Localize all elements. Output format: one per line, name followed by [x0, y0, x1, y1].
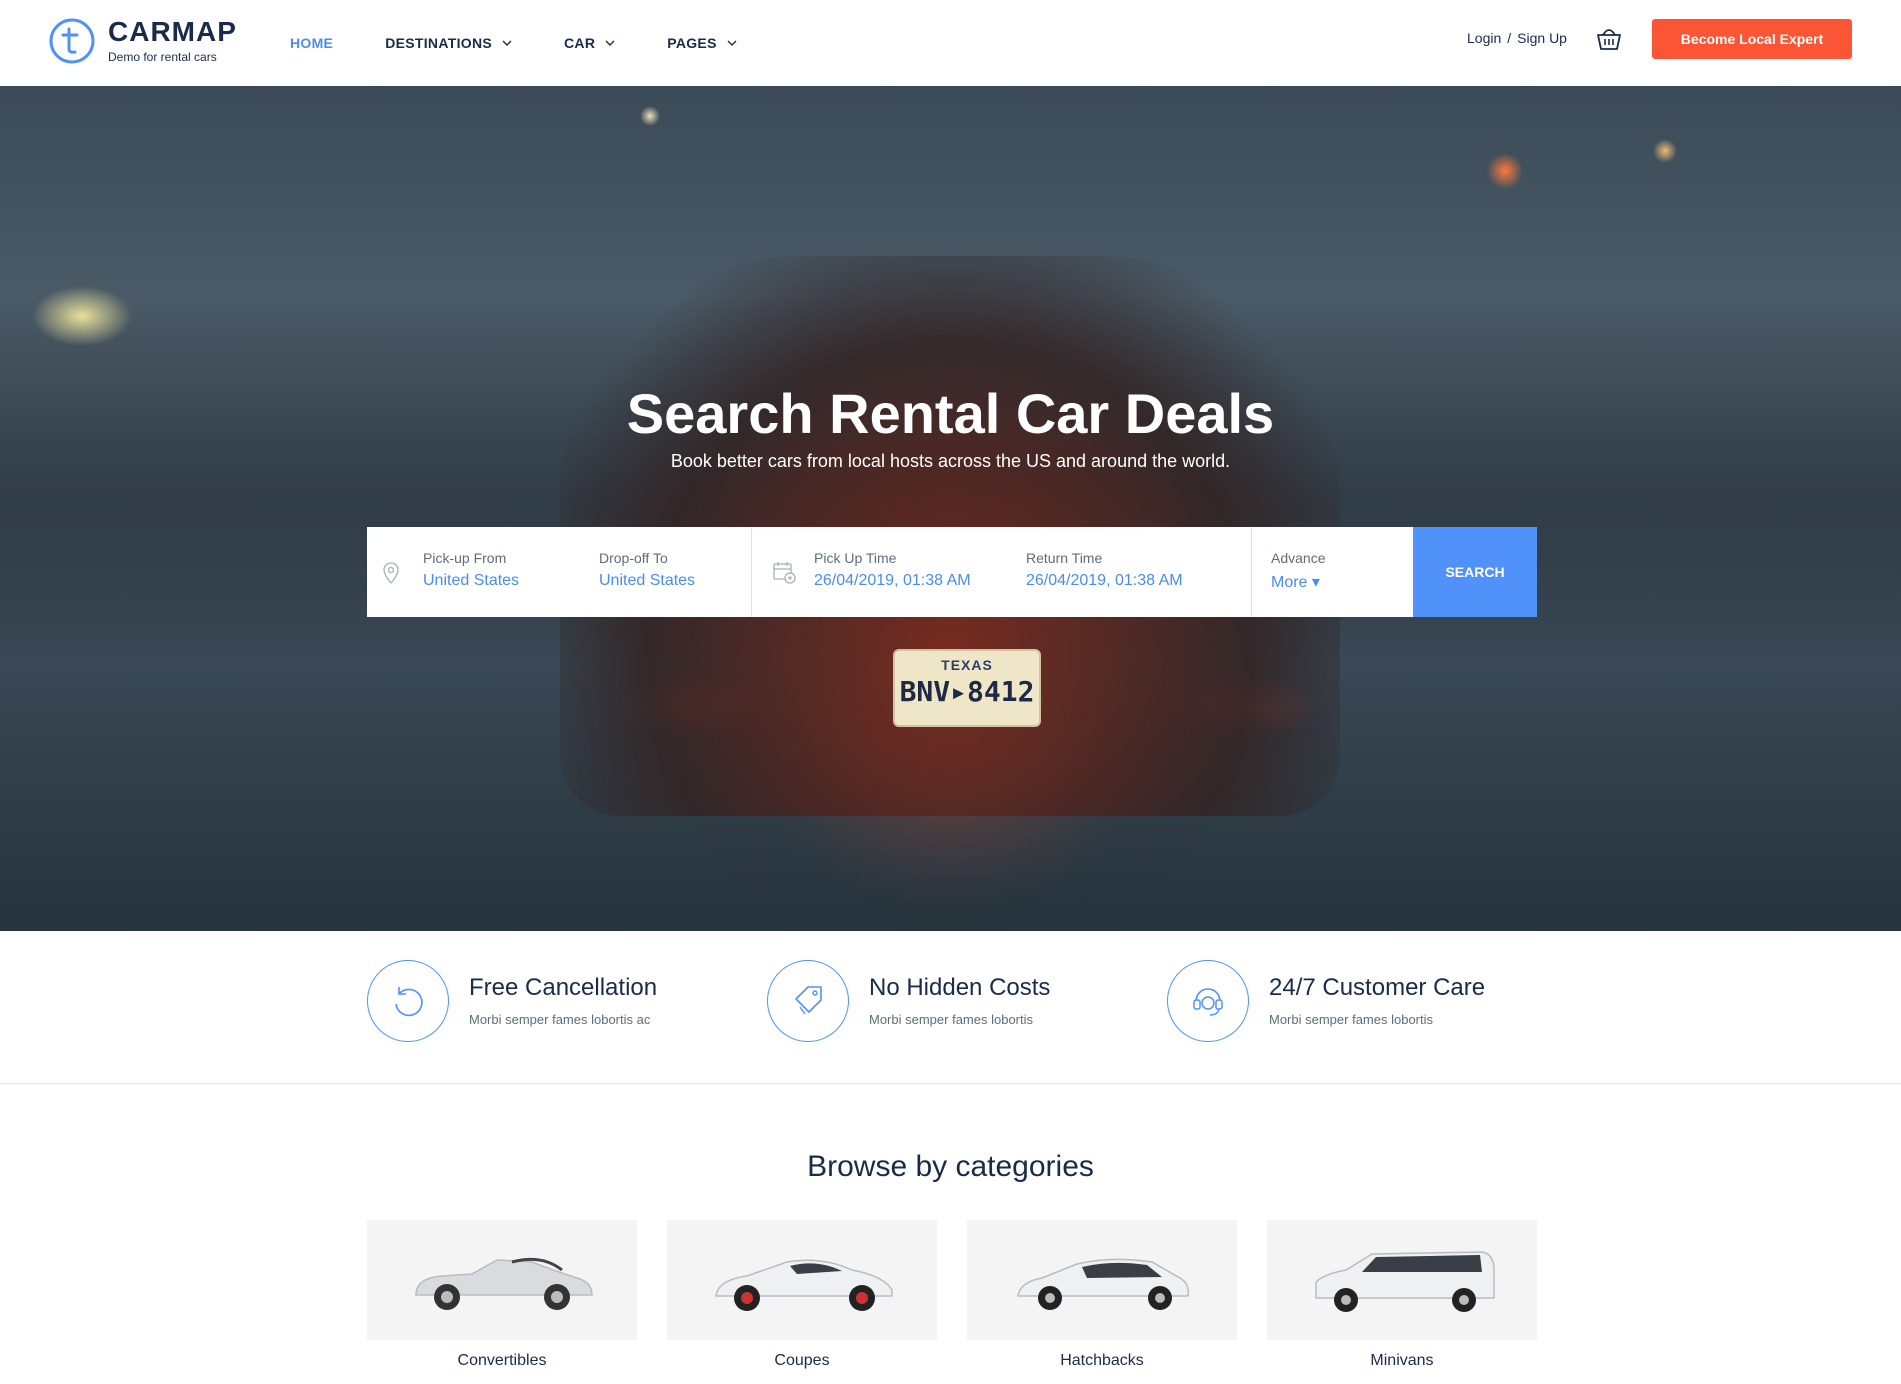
category-image: [967, 1220, 1237, 1340]
auth-links: Login / Sign Up: [1467, 30, 1567, 46]
hatchback-car-icon: [1017, 1258, 1190, 1310]
auth-separator: /: [1507, 30, 1512, 46]
chevron-down-icon: [727, 40, 737, 46]
categories-heading: Browse by categories: [807, 1150, 1094, 1183]
feature-no-hidden-costs: No Hidden Costs Morbi semper fames lobor…: [767, 960, 1050, 1042]
convertible-car-icon: [415, 1257, 593, 1310]
return-time-field[interactable]: Return Time 26/04/2019, 01:38 AM: [1026, 527, 1226, 617]
hero-subtitle: Book better cars from local hosts across…: [670, 451, 1231, 471]
nav-car-label: CAR: [564, 35, 596, 51]
nav-home-label: HOME: [290, 35, 334, 51]
category-convertibles[interactable]: Convertibles: [367, 1220, 637, 1370]
license-plate: TEXAS BNV▸8412: [893, 649, 1041, 727]
feature-desc: Morbi semper fames lobortis ac: [469, 1012, 651, 1027]
nav-car[interactable]: CAR: [564, 35, 615, 51]
feature-icon-circle: [367, 960, 449, 1042]
feature-icon-circle: [767, 960, 849, 1042]
features-row: Free Cancellation Morbi semper fames lob…: [367, 960, 1537, 1044]
support-icon: [1193, 988, 1223, 1016]
category-label: Convertibles: [457, 1352, 547, 1369]
plate-number: BNV▸8412: [899, 675, 1035, 708]
logo-subtitle: Demo for rental cars: [108, 50, 217, 64]
search-bar: Pick-up From United States Drop-off To U…: [367, 527, 1537, 617]
advance-label: Advance: [1271, 550, 1326, 566]
tag-icon: [795, 986, 822, 1015]
hero-banner: TEXAS BNV▸8412 Search Rental Car Deals B…: [0, 86, 1901, 931]
nav-pages-label: PAGES: [667, 35, 717, 51]
feature-title: Free Cancellation: [469, 974, 658, 1001]
dropoff-label: Drop-off To: [599, 550, 668, 566]
logo[interactable]: CARMAP Demo for rental cars: [48, 17, 237, 65]
feature-title: No Hidden Costs: [869, 974, 1051, 1001]
feature-desc: Morbi semper fames lobortis: [869, 1012, 1033, 1027]
basket-icon[interactable]: [1595, 24, 1623, 52]
login-link[interactable]: Login: [1467, 30, 1501, 46]
logo-title: CARMAP: [108, 16, 237, 47]
logo-icon: [49, 18, 95, 64]
feature-title: 24/7 Customer Care: [1269, 974, 1486, 1001]
return-time-label: Return Time: [1026, 550, 1103, 566]
advance-options-field[interactable]: Advance More ▾: [1271, 527, 1401, 617]
nav-home[interactable]: HOME: [290, 35, 333, 51]
category-coupes[interactable]: Coupes: [667, 1220, 937, 1370]
search-button[interactable]: SEARCH: [1413, 527, 1537, 617]
chevron-down-icon: [502, 40, 512, 46]
hero-title: Search Rental Car Deals: [626, 382, 1275, 445]
location-pin-icon: [383, 562, 399, 584]
site-header: CARMAP Demo for rental cars HOME DESTINA…: [0, 0, 1901, 86]
category-minivans[interactable]: Minivans: [1267, 1220, 1537, 1370]
nav-destinations[interactable]: DESTINATIONS: [385, 35, 512, 51]
pickup-label: Pick-up From: [423, 550, 507, 566]
section-divider: [0, 1083, 1901, 1084]
nav-destinations-label: DESTINATIONS: [385, 35, 492, 51]
chevron-down-icon: [605, 40, 615, 46]
main-nav: HOME DESTINATIONS CAR PAGES: [290, 0, 737, 86]
refresh-icon: [395, 987, 423, 1017]
category-label: Minivans: [1370, 1352, 1434, 1369]
pickup-value: United States: [423, 572, 520, 589]
feature-icon-circle: [1167, 960, 1249, 1042]
calendar-icon: [773, 562, 796, 584]
feature-desc: Morbi semper fames lobortis: [1269, 1012, 1433, 1027]
search-divider: [751, 527, 752, 617]
feature-free-cancellation: Free Cancellation Morbi semper fames lob…: [367, 960, 657, 1042]
pickup-time-label: Pick Up Time: [814, 550, 897, 566]
feature-customer-care: 24/7 Customer Care Morbi semper fames lo…: [1167, 960, 1485, 1042]
become-local-expert-button[interactable]: Become Local Expert: [1652, 19, 1852, 59]
pickup-time-value: 26/04/2019, 01:38 AM: [814, 572, 971, 589]
signup-link[interactable]: Sign Up: [1517, 30, 1567, 46]
coupe-car-icon: [715, 1259, 893, 1311]
nav-pages[interactable]: PAGES: [667, 35, 737, 51]
pickup-time-field[interactable]: Pick Up Time 26/04/2019, 01:38 AM: [814, 527, 1014, 617]
category-hatchbacks[interactable]: Hatchbacks: [967, 1220, 1237, 1370]
return-time-value: 26/04/2019, 01:38 AM: [1026, 572, 1183, 589]
search-divider: [1251, 527, 1252, 617]
pickup-location-field[interactable]: Pick-up From United States: [423, 527, 593, 617]
dropoff-value: United States: [599, 572, 696, 589]
minivan-car-icon: [1315, 1251, 1495, 1312]
category-label: Coupes: [774, 1352, 830, 1369]
category-image: [667, 1220, 937, 1340]
category-image: [1267, 1220, 1537, 1340]
plate-state: TEXAS: [941, 657, 993, 673]
dropoff-location-field[interactable]: Drop-off To United States: [599, 527, 749, 617]
category-image: [367, 1220, 637, 1340]
advance-more-toggle[interactable]: More ▾: [1271, 572, 1320, 592]
category-label: Hatchbacks: [1060, 1352, 1144, 1369]
